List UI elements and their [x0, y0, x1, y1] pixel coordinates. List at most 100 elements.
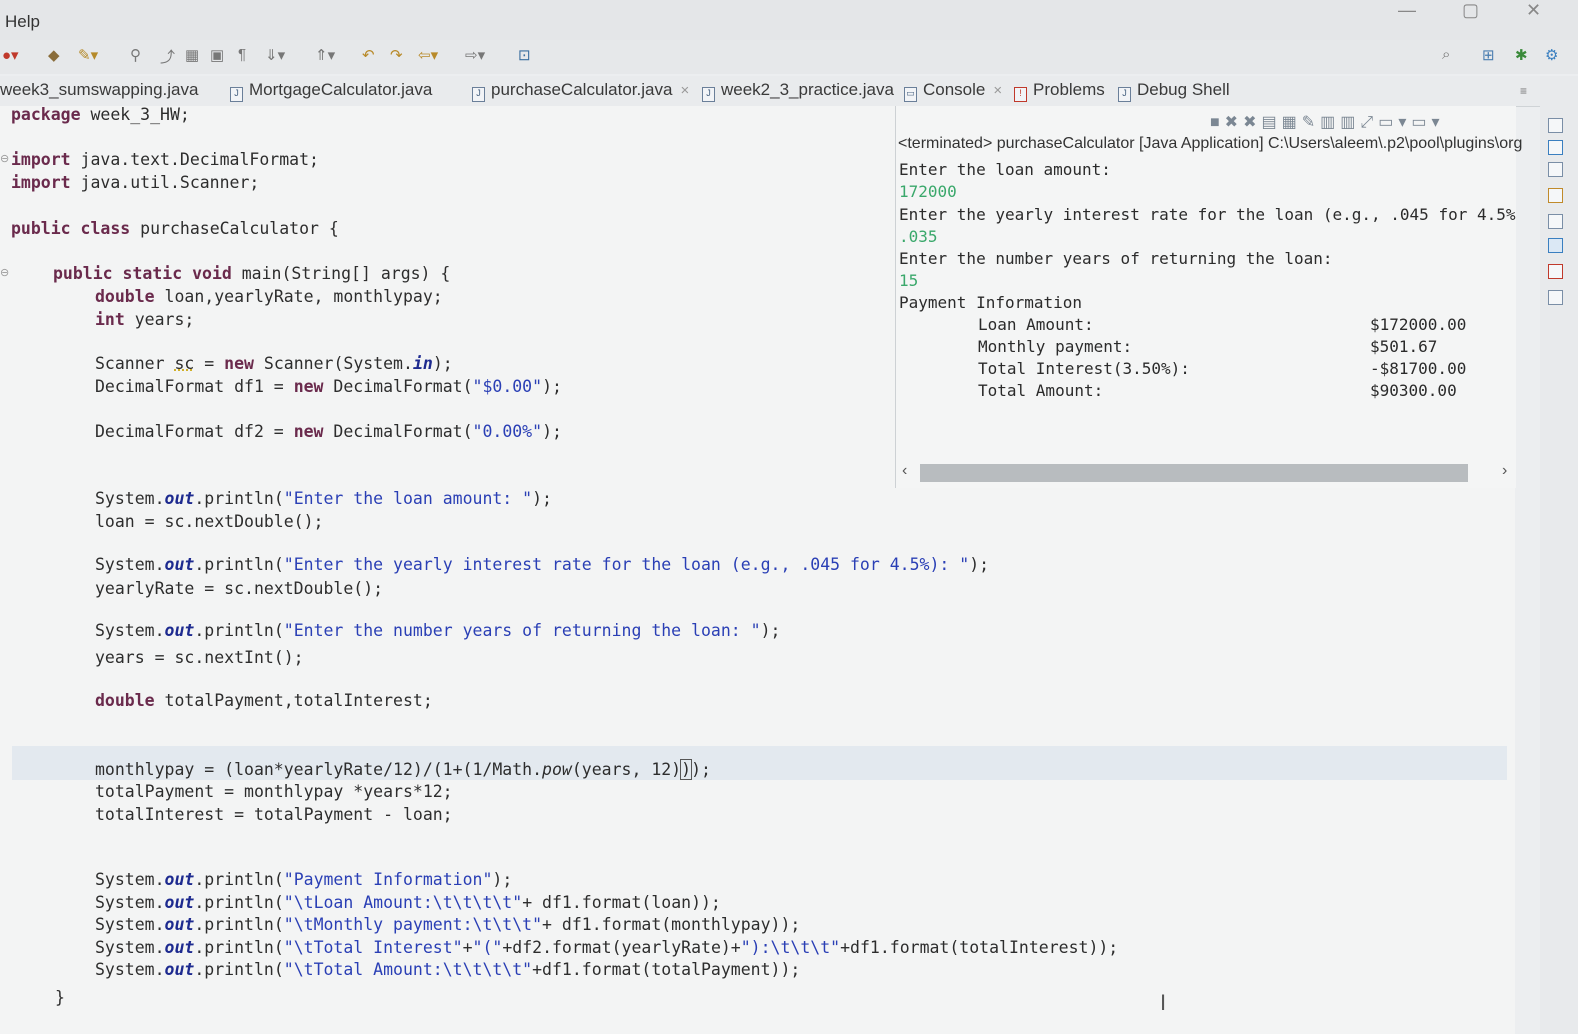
code-line: yearlyRate = sc.nextDouble();	[95, 579, 384, 598]
code-line: System.out.println("Enter the loan amoun…	[95, 489, 552, 508]
mark-occurrences-icon[interactable]: ▦	[185, 46, 199, 64]
java-file-icon: J	[230, 87, 243, 102]
word-wrap-icon[interactable]: ▦	[1282, 114, 1302, 131]
view-menu-icon[interactable]: ≡	[1520, 84, 1527, 98]
block-select-icon[interactable]: ▣	[210, 46, 224, 64]
console-row-label: Loan Amount:	[978, 315, 1094, 334]
run-icon[interactable]: ◆	[48, 46, 60, 64]
expressions-icon[interactable]	[1548, 162, 1563, 177]
code-line: Scanner sc = new Scanner(System.in);	[95, 354, 453, 373]
code-line: public class purchaseCalculator {	[11, 219, 339, 238]
scrollbar-thumb[interactable]	[920, 464, 1468, 482]
close-window-icon[interactable]: ✕	[1526, 0, 1541, 21]
console-input: .035	[899, 227, 938, 246]
fold-icon[interactable]: ⊖	[0, 266, 9, 279]
open-console-icon[interactable]: ⤢	[1360, 114, 1378, 131]
variables-icon[interactable]	[1548, 118, 1563, 133]
code-line: System.out.println("Enter the yearly int…	[95, 555, 990, 574]
problems-side-icon[interactable]	[1548, 264, 1563, 279]
fold-icon[interactable]: ⊖	[0, 152, 9, 165]
outline-icon[interactable]	[1548, 188, 1563, 203]
pin-icon[interactable]: ✎	[1302, 114, 1320, 131]
tab-debug-shell[interactable]: J Debug Shell	[1118, 80, 1230, 102]
stop-icon[interactable]: ■	[1210, 114, 1225, 131]
show-whitespace-icon[interactable]: ¶	[238, 46, 246, 63]
open-perspective-icon[interactable]: ⊡	[518, 46, 531, 64]
code-line: import java.util.Scanner;	[11, 173, 260, 192]
tab-label: week3_sumswapping.java	[0, 80, 199, 99]
perspective-active-icon[interactable]: ⚙	[1545, 46, 1558, 64]
console-row-value: -$81700.00	[1370, 359, 1467, 378]
tab-label: week2_3_practice.java	[721, 80, 894, 99]
console-prompt: Enter the number years of returning the …	[899, 249, 1333, 268]
console-side-icon[interactable]	[1548, 238, 1563, 253]
perspective-java-icon[interactable]: ⊞	[1482, 46, 1495, 64]
tab-purchasecalculator[interactable]: JpurchaseCalculator.java ×	[472, 80, 689, 102]
tab-console[interactable]: ▭ Console ×	[904, 80, 1002, 102]
code-line: System.out.println("Enter the number yea…	[95, 621, 781, 640]
minimize-icon[interactable]: —	[1398, 0, 1416, 21]
maximize-icon[interactable]: ▢	[1462, 0, 1479, 21]
annotation-icon[interactable]: ⤴	[160, 46, 175, 67]
show-console-icon[interactable]: ▥	[1340, 114, 1360, 131]
tools-icon[interactable]: ✎▾	[78, 46, 98, 64]
code-line: package week_3_HW;	[11, 105, 190, 124]
code-line: years = sc.nextInt();	[95, 648, 304, 667]
scroll-left-icon[interactable]: ‹	[902, 462, 907, 480]
console-row-label: Total Amount:	[978, 381, 1104, 400]
search-icon[interactable]: ⌕	[1442, 46, 1450, 63]
tab-label: MortgageCalculator.java	[249, 80, 433, 99]
tab-problems[interactable]: ! Problems	[1014, 80, 1105, 102]
code-line: System.out.println("\tLoan Amount:\t\t\t…	[95, 893, 721, 912]
menu-help[interactable]: Help	[5, 12, 40, 32]
code-line: System.out.println("\tMonthly payment:\t…	[95, 915, 801, 934]
code-line: import java.text.DecimalFormat;	[11, 150, 319, 169]
code-line: public static void main(String[] args) {	[53, 264, 451, 283]
code-line: }	[55, 988, 65, 1007]
remove-all-icon[interactable]: ✖	[1243, 114, 1261, 131]
console-row-label: Total Interest(3.50%):	[978, 359, 1190, 378]
code-line: System.out.println("Payment Information"…	[95, 870, 513, 889]
console-horizontal-scrollbar[interactable]: ‹ ›	[902, 462, 1522, 484]
code-line: monthlypay = (loan*yearlyRate/12)/(1+(1/…	[95, 759, 711, 780]
tab-label: Console	[923, 80, 986, 99]
close-icon[interactable]: ×	[680, 82, 689, 99]
tab-mortgagecalculator[interactable]: J MortgageCalculator.java	[230, 80, 432, 102]
tab-label: Debug Shell	[1137, 80, 1230, 99]
new-console-icon[interactable]: ▭▾	[1411, 114, 1444, 131]
next-annotation-icon[interactable]: ⇓▾	[265, 46, 285, 64]
display-console-icon[interactable]: ▭▾	[1378, 114, 1411, 131]
scroll-right-icon[interactable]: ›	[1502, 462, 1507, 480]
tab-week2-3-practice[interactable]: Jweek2_3_practice.java	[702, 80, 894, 102]
last-edit-icon[interactable]: ↶	[362, 46, 375, 64]
menu-bar: Help — ▢ ✕	[0, 0, 1578, 40]
code-line: loan = sc.nextDouble();	[95, 512, 324, 531]
code-line: double loan,yearlyRate, monthlypay;	[95, 287, 443, 306]
breakpoints-icon[interactable]	[1548, 140, 1563, 155]
tab-week3-sumswapping[interactable]: week3_sumswapping.java	[0, 80, 198, 100]
console-prompt: Enter the loan amount:	[899, 160, 1111, 179]
close-icon[interactable]: ×	[993, 82, 1002, 99]
code-line: System.out.println("\tTotal Interest"+"(…	[95, 938, 1119, 957]
remove-launch-icon[interactable]: ✖	[1225, 114, 1243, 131]
console-toolbar: ■✖✖▤▦✎▥▥⤢▭▾▭▾	[1210, 112, 1445, 132]
debug-shell-side-icon[interactable]	[1548, 290, 1563, 305]
toggle-icon[interactable]: ⚲	[130, 46, 141, 64]
code-line: double totalPayment,totalInterest;	[95, 691, 433, 710]
task-list-icon[interactable]	[1548, 214, 1563, 229]
back-icon[interactable]: ⇦▾	[418, 46, 438, 64]
tab-label: Problems	[1033, 80, 1105, 99]
console-icon: ▭	[904, 87, 917, 102]
show-console-icon[interactable]: ▥	[1320, 114, 1340, 131]
forward-icon[interactable]: ⇨▾	[465, 46, 485, 64]
perspective-debug-icon[interactable]: ✱	[1515, 46, 1528, 64]
mouse-ibeam-cursor: I	[1160, 990, 1167, 1015]
java-file-icon: J	[472, 87, 485, 102]
scroll-lock-icon[interactable]: ▤	[1261, 114, 1281, 131]
code-line: DecimalFormat df2 = new DecimalFormat("0…	[95, 422, 562, 441]
prev-annotation-icon[interactable]: ⇑▾	[315, 46, 335, 64]
debug-icon[interactable]: ●▾	[2, 46, 19, 64]
problems-icon: !	[1014, 87, 1027, 102]
forward-edit-icon[interactable]: ↷	[390, 46, 403, 64]
console-row-value: $90300.00	[1370, 381, 1457, 400]
